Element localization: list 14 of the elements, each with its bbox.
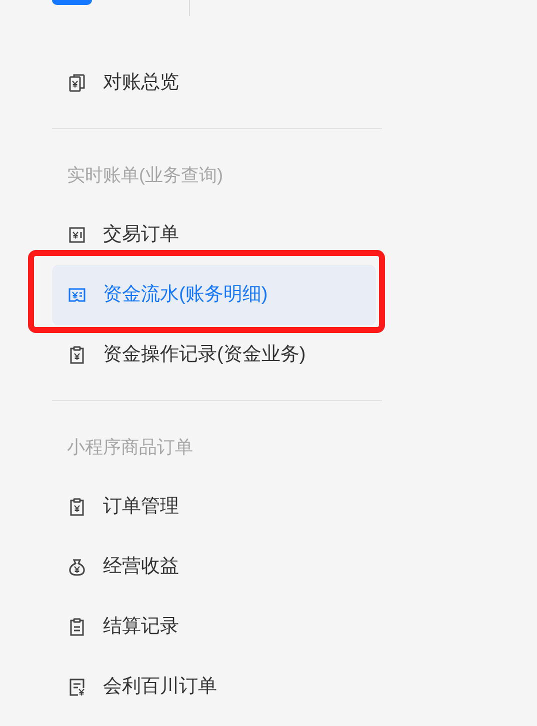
menu-item[interactable]: 会利百川订单 [52, 657, 376, 717]
menu-item[interactable]: 订单管理 [52, 477, 376, 537]
document-yen-icon [67, 677, 87, 697]
section-header: 小程序商品订单 [67, 436, 193, 458]
section-header: 实时账单(业务查询) [67, 164, 223, 187]
money-bag-icon [67, 557, 87, 577]
menu-item[interactable]: 对账总览 [52, 53, 376, 113]
menu-item[interactable]: 结算记录 [52, 597, 376, 657]
menu-item[interactable]: 交易订单 [52, 205, 376, 265]
documents-yen-icon [67, 73, 87, 93]
menu-item[interactable]: 经营收益 [52, 537, 376, 597]
menu-item[interactable]: 资金操作记录(资金业务) [52, 325, 376, 385]
logo [52, 0, 92, 5]
bill-yen-icon [67, 225, 87, 245]
